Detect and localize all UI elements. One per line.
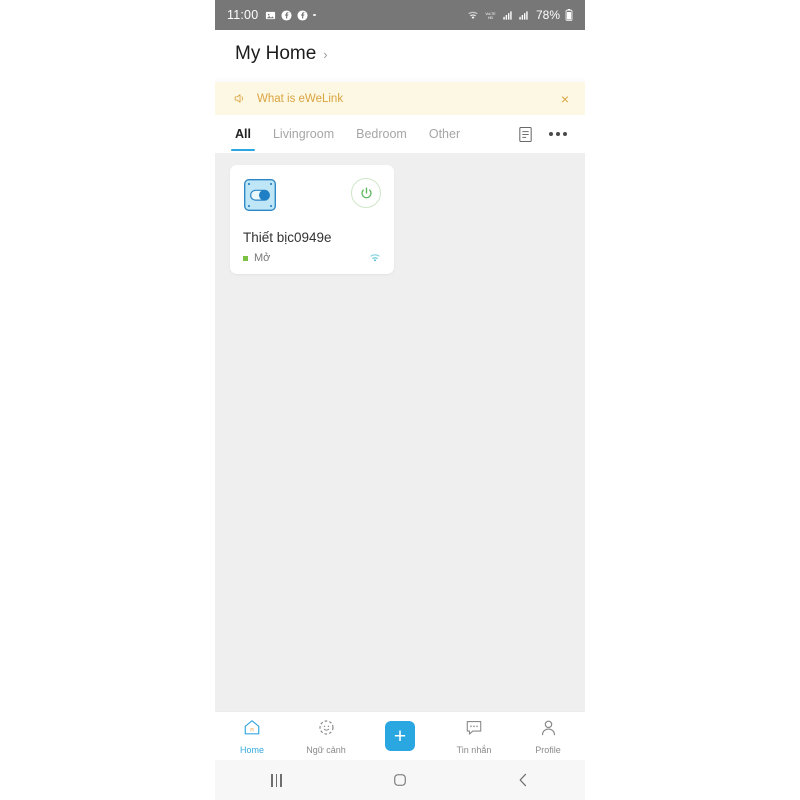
add-icon[interactable]: +	[385, 721, 415, 751]
svg-text:n: n	[250, 726, 254, 733]
nav-item-home-label: Home	[239, 744, 264, 755]
device-power-toggle[interactable]	[351, 178, 381, 208]
device-card-top	[243, 178, 381, 212]
battery-icon	[565, 9, 573, 21]
scene-icon	[317, 718, 336, 742]
image-icon	[265, 10, 276, 21]
tab-other[interactable]: Other	[429, 115, 460, 153]
profile-icon	[539, 718, 558, 742]
android-home-icon[interactable]	[338, 773, 461, 787]
signal-icon	[502, 10, 513, 21]
wifi-icon	[369, 253, 381, 263]
status-badge	[243, 255, 248, 261]
status-time: 11:00	[227, 8, 259, 22]
volte-icon: VoLTE HD	[484, 10, 497, 21]
tab-bedroom[interactable]: Bedroom	[356, 115, 407, 153]
room-tabs: All Livingroom Bedroom Other	[215, 115, 585, 153]
banner-wrapper: What is eWeLink ×	[215, 78, 585, 115]
nav-item-add[interactable]: +	[363, 721, 437, 751]
tab-livingroom[interactable]: Livingroom	[273, 115, 334, 153]
nav-item-profile-label: Profile	[535, 744, 561, 755]
list-view-icon[interactable]	[518, 126, 533, 143]
device-name: Thiết bịc0949e	[243, 230, 332, 245]
more-options-icon[interactable]	[547, 132, 569, 136]
nav-item-scene-label: Ngữ cảnh	[306, 744, 346, 755]
chevron-right-icon[interactable]: ›	[323, 48, 327, 61]
tab-all[interactable]: All	[235, 115, 251, 153]
page-title[interactable]: My Home	[235, 43, 316, 65]
tab-bedroom-label: Bedroom	[356, 127, 407, 141]
dot-icon	[313, 13, 316, 17]
recents-icon[interactable]	[215, 773, 338, 787]
more-dots	[547, 132, 569, 136]
tab-all-label: All	[235, 127, 251, 141]
app-header: My Home ›	[215, 30, 585, 78]
nav-item-profile[interactable]: Profile	[511, 718, 585, 755]
tab-other-label: Other	[428, 127, 461, 141]
nav-item-scene[interactable]: Ngữ cảnh	[289, 718, 363, 755]
phone-screen: 11:00 VoLTE HD 78% My Home › What is eWe…	[215, 0, 585, 800]
status-bar: 11:00 VoLTE HD 78%	[215, 0, 585, 30]
nav-item-home[interactable]: n Home	[215, 718, 289, 755]
svg-text:VoLTE: VoLTE	[485, 12, 496, 16]
signal-icon	[518, 10, 529, 21]
svg-text:HD: HD	[488, 16, 494, 20]
device-status-text: Mở	[254, 252, 271, 265]
facebook-icon	[281, 9, 292, 21]
power-icon	[360, 187, 372, 198]
facebook-icon	[297, 9, 308, 21]
status-bar-left: 11:00	[227, 8, 316, 22]
home-icon: n	[242, 718, 262, 742]
wifi-icon	[467, 10, 479, 21]
banner-text: What is eWeLink	[257, 92, 344, 105]
speaker-icon	[233, 92, 246, 105]
status-bar-right: VoLTE HD 78%	[467, 8, 573, 22]
device-status-row: Mở	[243, 252, 381, 264]
android-navigation-bar	[215, 760, 585, 800]
back-icon[interactable]	[462, 772, 585, 788]
device-grid: Thiết bịc0949e Mở	[215, 153, 585, 711]
close-icon[interactable]: ×	[561, 92, 569, 106]
smart-switch-icon	[243, 178, 277, 212]
nav-item-messages[interactable]: Tin nhắn	[437, 718, 511, 755]
recents-bars	[271, 773, 283, 787]
nav-item-messages-label: Tin nhắn	[456, 744, 492, 755]
battery-level: 78%	[535, 8, 560, 22]
ewelink-info-banner[interactable]: What is eWeLink ×	[215, 82, 585, 115]
message-icon	[464, 718, 484, 742]
bottom-navigation: n Home Ngữ cảnh + Tin nhắn Profile	[215, 711, 585, 760]
device-card[interactable]: Thiết bịc0949e Mở	[230, 165, 394, 275]
tab-livingroom-label: Livingroom	[272, 127, 335, 141]
